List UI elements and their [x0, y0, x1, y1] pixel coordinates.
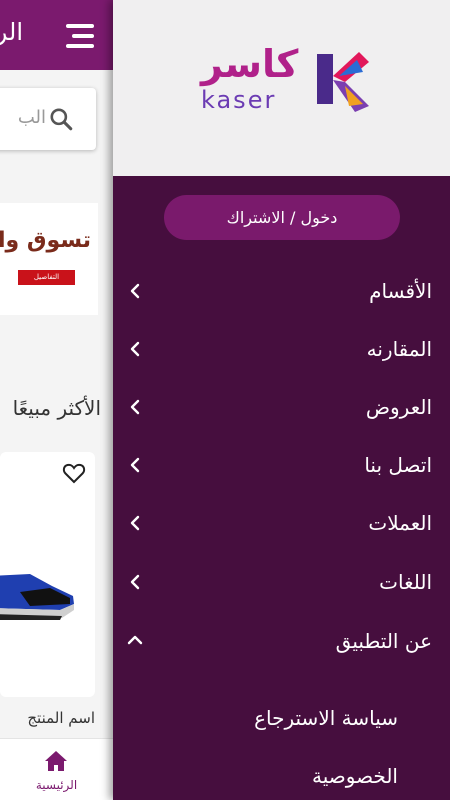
submenu-item-return-policy[interactable]: سياسة الاسترجاع — [113, 689, 450, 747]
product-name: اسم المنتج — [27, 709, 95, 727]
promo-details-button[interactable]: التفاصيل — [18, 270, 75, 285]
menu-item-compare[interactable]: المقارنه — [113, 320, 450, 378]
home-nav-label[interactable]: الرئيسية — [0, 778, 113, 792]
app-bar-title: الر — [0, 18, 23, 46]
top-app-bar: الر — [0, 0, 113, 70]
menu-item-label: الأقسام — [369, 279, 432, 303]
chevron-left-icon — [130, 574, 140, 590]
submenu-item-privacy[interactable]: الخصوصية — [113, 747, 450, 800]
chevron-left-icon — [130, 457, 140, 473]
home-icon[interactable] — [44, 750, 68, 772]
promo-banner[interactable] — [0, 203, 98, 315]
menu-item-languages[interactable]: اللغات — [113, 553, 450, 611]
submenu-item-label: الخصوصية — [312, 764, 398, 788]
chevron-left-icon — [130, 341, 140, 357]
drawer-header: كاسر kaser — [113, 0, 450, 176]
menu-item-currencies[interactable]: العملات — [113, 494, 450, 552]
promo-banner-text: تسوق وا — [0, 228, 91, 253]
menu-item-about-app[interactable]: عن التطبيق — [113, 612, 450, 670]
navigation-drawer: كاسر kaser دخول / الاشتراك الأقسام المقا… — [113, 0, 450, 800]
chevron-left-icon — [130, 283, 140, 299]
background-page: الر الب تسوق وا التفاصيل الأكثر مبيعًا ا… — [0, 0, 113, 800]
kaser-logo: كاسر kaser — [199, 42, 369, 118]
menu-item-offers[interactable]: العروض — [113, 378, 450, 436]
chevron-left-icon — [130, 515, 140, 531]
section-title: الأكثر مبيعًا — [12, 396, 101, 420]
shoe-product-image — [0, 574, 74, 620]
logo-latin-text: kaser — [201, 86, 277, 114]
menu-item-label: العروض — [365, 395, 432, 419]
search-placeholder: الب — [17, 107, 46, 128]
menu-item-label: اللغات — [379, 570, 432, 594]
menu-item-label: المقارنه — [366, 337, 432, 361]
menu-item-label: عن التطبيق — [335, 629, 432, 653]
menu-item-label: اتصل بنا — [364, 453, 432, 477]
menu-item-label: العملات — [368, 511, 432, 535]
search-icon[interactable] — [48, 106, 74, 132]
submenu-item-label: سياسة الاسترجاع — [254, 706, 398, 730]
login-signup-button[interactable]: دخول / الاشتراك — [164, 195, 400, 240]
menu-item-categories[interactable]: الأقسام — [113, 262, 450, 320]
heart-icon[interactable] — [62, 462, 86, 484]
menu-item-contact[interactable]: اتصل بنا — [113, 436, 450, 494]
chevron-up-icon — [127, 635, 143, 645]
chevron-left-icon — [130, 399, 140, 415]
menu-icon[interactable] — [66, 24, 94, 48]
logo-arabic-text: كاسر — [201, 42, 299, 86]
